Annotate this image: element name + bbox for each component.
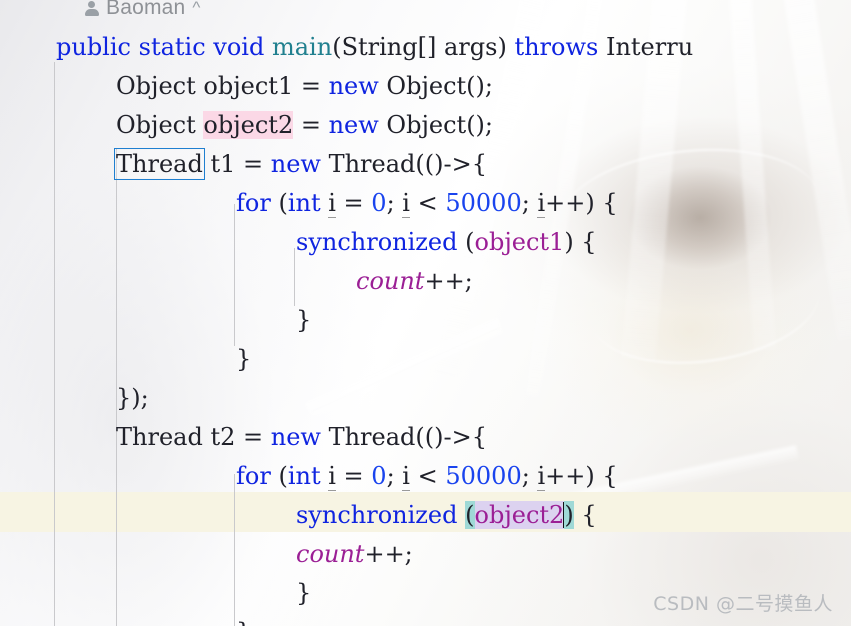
author-inlay[interactable]: Baoman ^ [84, 0, 201, 20]
code-token: new [270, 423, 321, 451]
code-token: } [236, 345, 252, 373]
line-object1-decl[interactable]: Object object1 = new Object(); [0, 67, 493, 106]
line-count-increment-1[interactable]: count++; [0, 262, 473, 301]
code-token: Thread(()->{ [320, 150, 487, 178]
line-count-increment-2[interactable]: count++; [0, 535, 413, 574]
code-token: t1 = [202, 150, 271, 178]
code-token: } [236, 618, 251, 626]
code-token: ++; [364, 540, 413, 568]
code-token: String[] args [341, 33, 498, 61]
code-token: ) { [564, 228, 597, 256]
code-token: new [328, 111, 379, 139]
code-token: i [328, 462, 336, 491]
code-token: count [296, 540, 365, 568]
code-token: i [537, 462, 546, 491]
code-token: new [270, 150, 321, 178]
code-editor-screenshot: Baoman ^ public static void main(String[… [0, 0, 851, 626]
line-close-for-1[interactable]: } [0, 340, 251, 379]
line-close-sync-1[interactable]: } [0, 301, 311, 340]
line-object2-decl[interactable]: Object object2 = new Object(); [0, 106, 493, 145]
caret-up-icon: ^ [192, 0, 201, 17]
code-token: void [213, 33, 265, 61]
line-close-lambda-1[interactable]: }); [0, 379, 149, 418]
code-token: Object object1 = [116, 72, 329, 100]
code-token: < [409, 462, 446, 490]
code-token: ; [386, 189, 403, 217]
code-token: Thread t2 = [116, 423, 271, 451]
code-token: public [56, 33, 131, 61]
line-thread-t2-decl[interactable]: Thread t2 = new Thread(()->{ [0, 418, 487, 457]
line-close-for-2[interactable]: } [0, 613, 251, 626]
code-token: ( [270, 189, 288, 217]
code-token: Object [116, 111, 204, 139]
code-token: ( [465, 501, 475, 529]
line-signature[interactable]: public static void main(String[] args) t… [0, 28, 693, 67]
code-token: Thread [114, 148, 205, 180]
code-token: for [236, 462, 271, 490]
code-token: ( [270, 462, 288, 490]
code-token: { [573, 501, 597, 529]
code-token: new [328, 72, 379, 100]
code-token: count [356, 267, 425, 295]
line-synchronized-object2[interactable]: synchronized (object2) { [0, 496, 597, 535]
code-token: i [402, 189, 410, 218]
code-token: 50000 [445, 189, 522, 217]
line-for-loop-1[interactable]: for (int i = 0; i < 50000; i++) { [0, 184, 618, 223]
line-for-loop-2[interactable]: for (int i = 0; i < 50000; i++) { [0, 457, 618, 496]
code-token: 0 [371, 189, 387, 217]
code-token: ( [457, 228, 475, 256]
code-token: ++; [424, 267, 473, 295]
code-token: Object(); [378, 72, 493, 100]
code-token: i [537, 189, 546, 218]
code-token: int [287, 462, 321, 490]
code-token: } [296, 579, 312, 607]
code-token: ( [332, 33, 342, 61]
code-token: ; [521, 189, 538, 217]
line-synchronized-object1[interactable]: synchronized (object1) { [0, 223, 597, 262]
code-token: for [236, 189, 271, 217]
code-token: throws [514, 33, 599, 61]
line-close-sync-2[interactable]: } [0, 574, 311, 613]
code-token: = [293, 111, 329, 139]
code-token: object2 [474, 501, 565, 529]
code-token: object2 [203, 111, 294, 139]
code-token: = [335, 462, 372, 490]
person-icon [84, 0, 99, 16]
code-token: ; [521, 462, 538, 490]
code-token: ) [497, 33, 515, 61]
author-name: Baoman [106, 0, 186, 19]
code-token: synchronized [296, 228, 458, 256]
code-token: ++) { [545, 189, 618, 217]
code-token: ; [386, 462, 403, 490]
code-token: }); [116, 384, 149, 412]
code-token: main [271, 33, 333, 61]
code-token: i [402, 462, 410, 491]
code-token: = [335, 189, 372, 217]
code-token: 50000 [445, 462, 522, 490]
line-thread-t1-decl[interactable]: Thread t1 = new Thread(()->{ [0, 145, 487, 184]
watermark: CSDN @二号摸鱼人 [653, 593, 833, 615]
code-token: Interru [605, 33, 694, 61]
code-token: static [138, 33, 206, 61]
code-token: i [328, 189, 336, 218]
code-token: ) [564, 501, 574, 529]
code-token: 0 [371, 462, 387, 490]
code-token: Thread(()->{ [320, 423, 487, 451]
code-token: Object(); [378, 111, 494, 139]
code-token: synchronized [296, 501, 458, 529]
code-token: } [296, 306, 312, 334]
code-token: int [287, 189, 321, 217]
code-token: ++) { [545, 462, 618, 490]
code-token: object1 [474, 228, 565, 256]
code-token: < [409, 189, 446, 217]
